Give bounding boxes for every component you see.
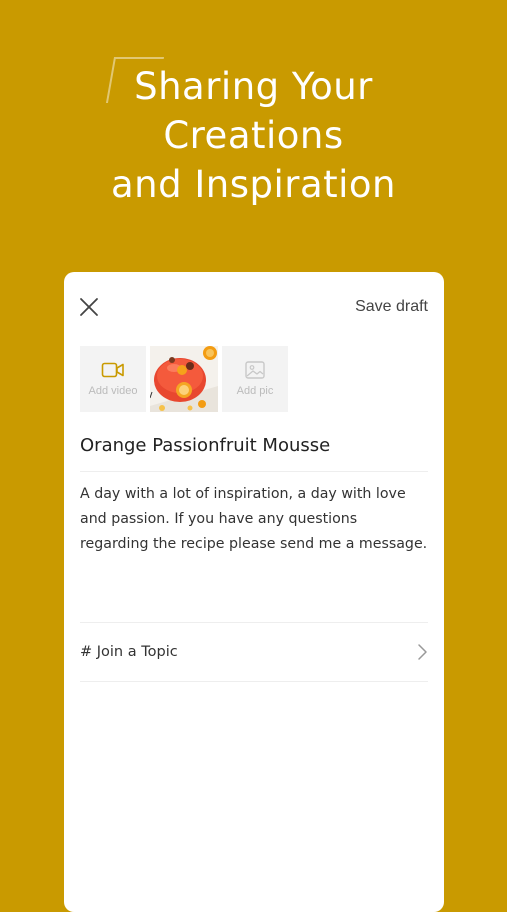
media-row: Add video Add pic [80, 346, 288, 412]
close-icon [80, 298, 98, 316]
join-topic-row[interactable]: # Join a Topic [80, 622, 428, 682]
hero-title-line-1: Sharing Your [134, 65, 373, 108]
hero-banner: Sharing Your Creations and Inspiration [0, 0, 507, 260]
close-button[interactable] [78, 296, 100, 318]
hero-title: Sharing Your Creations and Inspiration [0, 62, 507, 209]
description-textarea[interactable]: A day with a lot of inspiration, a day w… [80, 482, 430, 557]
save-draft-button[interactable]: Save draft [355, 298, 428, 316]
join-topic-label: # Join a Topic [80, 644, 178, 660]
hero-title-line-2: Creations [163, 114, 344, 157]
hero-title-line-3: and Inspiration [110, 163, 397, 206]
chevron-right-icon [418, 644, 427, 660]
add-video-label: Add video [88, 385, 138, 397]
post-editor-card: Save draft Add video Add pic Orange Pass… [64, 272, 444, 912]
mousse-cake-photo [150, 346, 218, 412]
add-pic-label: Add pic [236, 385, 274, 397]
recipe-title-input[interactable]: Orange Passionfruit Mousse [80, 435, 428, 472]
add-pic-button[interactable]: Add pic [222, 346, 288, 412]
video-camera-icon [101, 362, 124, 378]
add-video-button[interactable]: Add video [80, 346, 146, 412]
image-icon [245, 361, 265, 379]
uploaded-photo-thumbnail[interactable] [150, 346, 218, 412]
